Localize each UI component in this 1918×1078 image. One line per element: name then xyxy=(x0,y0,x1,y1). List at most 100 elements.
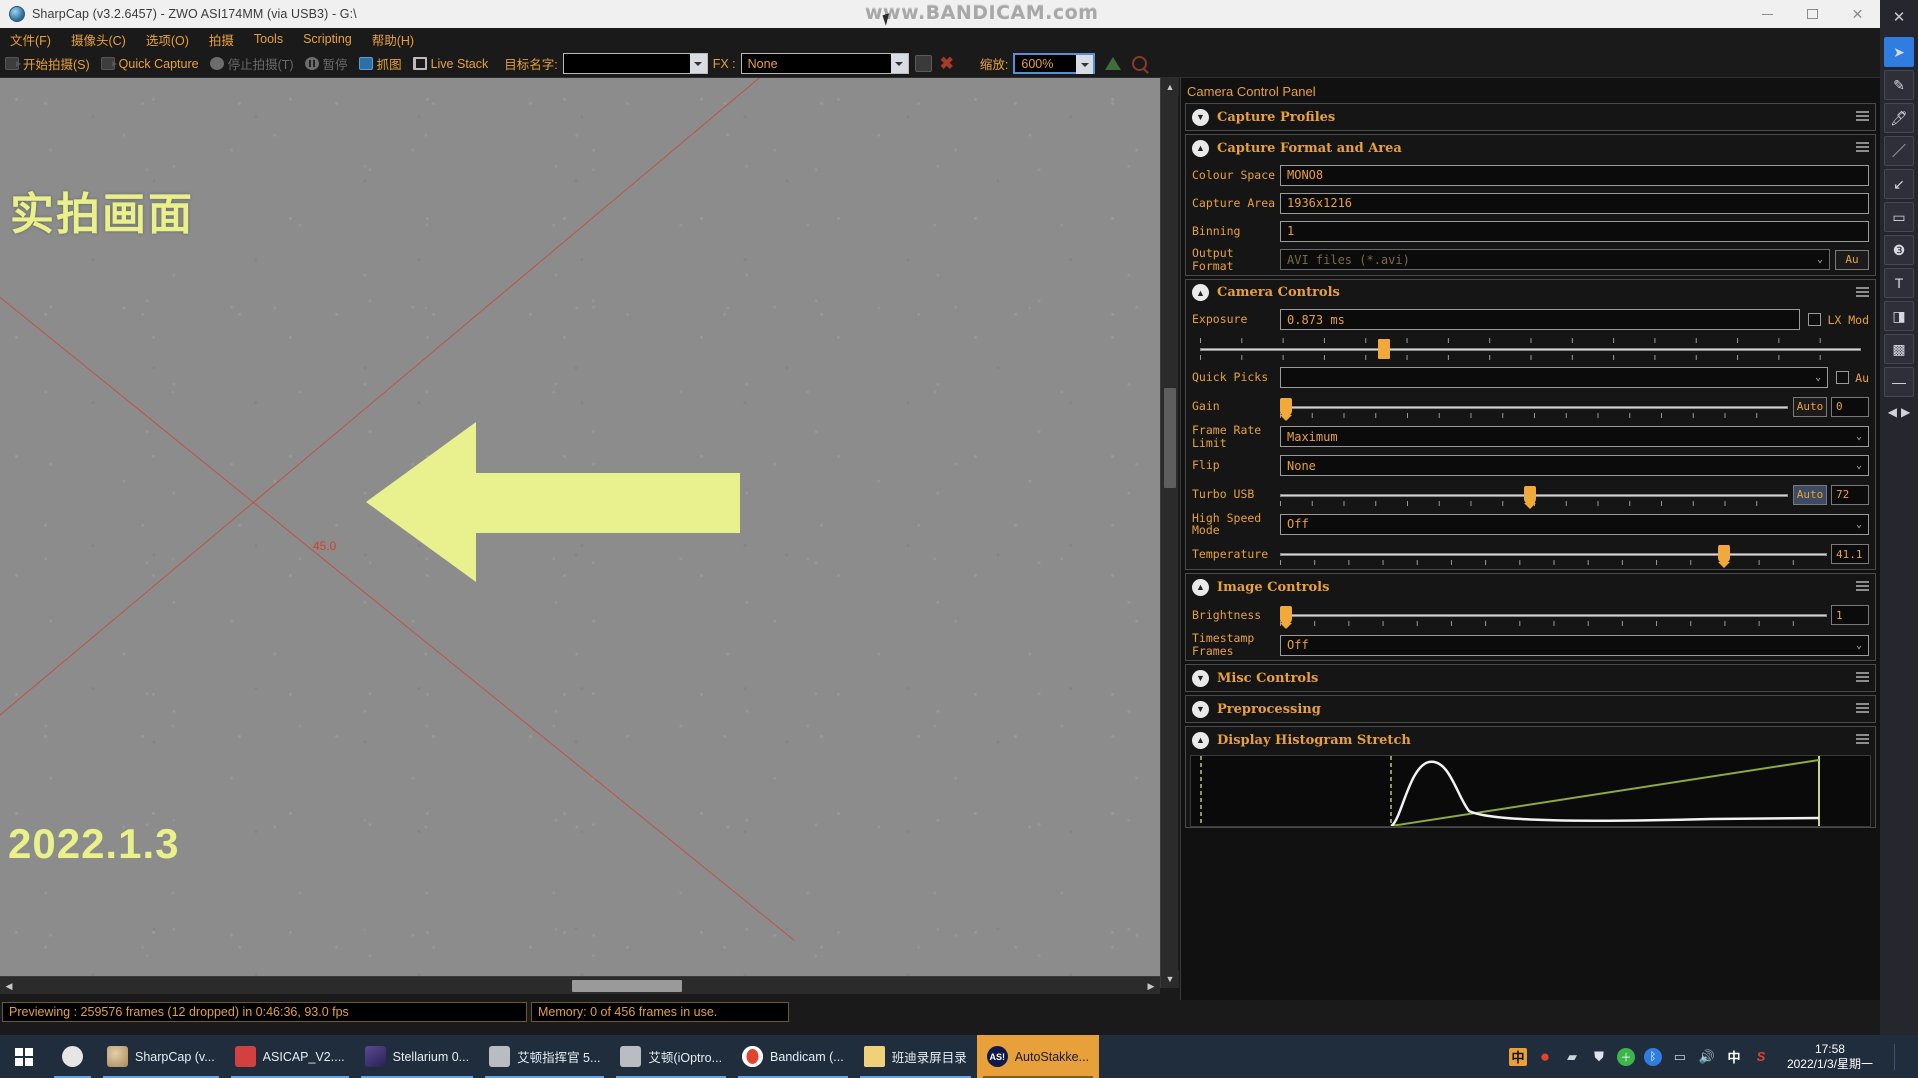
section-header[interactable]: ▲ Capture Format and Area xyxy=(1186,135,1875,161)
volume-icon[interactable]: 🔊 xyxy=(1698,1048,1716,1066)
gain-slider[interactable] xyxy=(1280,394,1788,421)
fx-settings-button[interactable] xyxy=(914,55,932,72)
chevron-up-icon[interactable]: ▲ xyxy=(1192,578,1209,596)
text-icon[interactable]: T xyxy=(1884,268,1914,298)
show-desktop-button[interactable] xyxy=(1894,1043,1910,1070)
colour-space-field[interactable]: MONO8 xyxy=(1280,164,1869,186)
section-header[interactable]: ▲ Display Histogram Stretch xyxy=(1186,727,1875,753)
quick-picks-auto-checkbox[interactable] xyxy=(1836,371,1850,385)
underline-icon[interactable]: — xyxy=(1884,367,1914,397)
clear-fx-icon[interactable]: ✖ xyxy=(940,55,954,72)
close-button[interactable]: ✕ xyxy=(1835,0,1880,28)
select-cursor-icon[interactable]: ➤ xyxy=(1884,37,1914,67)
section-misc-controls[interactable]: ▼ Misc Controls xyxy=(1185,664,1876,692)
start-capture-button[interactable]: 开始拍摄(S) xyxy=(5,54,90,73)
magnifier-icon[interactable] xyxy=(1132,56,1148,71)
capture-area-field[interactable]: 1936x1216 xyxy=(1280,192,1869,214)
scroll-down-icon[interactable]: ▼ xyxy=(1161,970,1179,988)
timestamp-frames-select[interactable]: Off ⌄ xyxy=(1280,634,1869,656)
frame-rate-limit-select[interactable]: Maximum ⌄ xyxy=(1280,426,1869,448)
output-format-auto-button[interactable]: Au xyxy=(1835,249,1869,270)
update-icon[interactable]: ＋ xyxy=(1616,1047,1635,1066)
start-button[interactable] xyxy=(0,1035,48,1078)
preview-horizontal-scrollbar[interactable]: ◀ ▶ xyxy=(0,976,1160,994)
slider-track[interactable] xyxy=(1280,405,1788,409)
turbo-usb-slider[interactable] xyxy=(1280,482,1788,509)
flip-select[interactable]: None ⌄ xyxy=(1280,455,1869,476)
slider-thumb[interactable] xyxy=(1523,485,1536,509)
menu-item-scripting[interactable]: Scripting xyxy=(303,32,352,46)
taskbar-item-sharpcap[interactable]: SharpCap (v... xyxy=(97,1035,225,1078)
slider-thumb[interactable] xyxy=(1280,397,1292,421)
brightness-slider[interactable] xyxy=(1280,602,1827,630)
sogou-icon[interactable]: S xyxy=(1752,1048,1770,1066)
pause-button[interactable]: 暂停 xyxy=(304,54,348,73)
taskbar-item-ioptron[interactable]: 艾顿(iOptro... xyxy=(610,1035,732,1078)
exposure-field[interactable]: 0.873 ms xyxy=(1280,309,1801,331)
slider-track[interactable] xyxy=(1280,614,1827,618)
menu-item-capture[interactable]: 拍摄 xyxy=(209,30,234,49)
output-format-select[interactable]: AVI files (*.avi) ⌄ xyxy=(1280,249,1830,271)
minimize-button[interactable] xyxy=(1745,0,1790,28)
menu-icon[interactable] xyxy=(1856,703,1869,713)
scroll-up-icon[interactable]: ▲ xyxy=(1161,78,1179,96)
chevron-down-icon[interactable]: ⌄ xyxy=(1856,460,1862,471)
brightness-value-box[interactable]: 1 xyxy=(1831,605,1869,626)
chevron-down-icon[interactable]: ⌄ xyxy=(1815,372,1821,383)
section-capture-profiles[interactable]: ▼ Capture Profiles xyxy=(1185,103,1876,131)
section-capture-format-and-area[interactable]: ▲ Capture Format and Area Colour Space M… xyxy=(1185,134,1876,276)
menu-item-file[interactable]: 文件(F) xyxy=(10,30,51,49)
chevron-down-icon[interactable]: ⌄ xyxy=(1856,519,1862,530)
section-header[interactable]: ▲ Camera Controls xyxy=(1186,280,1875,306)
temperature-value-box[interactable]: 41.1 xyxy=(1831,544,1869,565)
high-speed-mode-select[interactable]: Off ⌄ xyxy=(1280,513,1869,535)
slider-track[interactable] xyxy=(1280,553,1827,557)
turbo-usb-value-box[interactable]: 72 xyxy=(1831,484,1869,505)
horizontal-scroll-thumb[interactable] xyxy=(572,980,682,992)
rectangle-icon[interactable]: ▭ xyxy=(1884,202,1914,232)
scroll-left-icon[interactable]: ◀ xyxy=(0,977,18,995)
slider-track[interactable] xyxy=(1200,347,1861,351)
lx-mode-checkbox[interactable] xyxy=(1808,313,1822,327)
slider-thumb[interactable] xyxy=(1717,545,1730,569)
chevron-down-icon[interactable]: ▼ xyxy=(1192,108,1209,126)
tool-nav[interactable]: ◀ ▶ xyxy=(1880,405,1918,419)
section-header[interactable]: ▼ Misc Controls xyxy=(1186,665,1875,691)
temperature-slider[interactable] xyxy=(1280,541,1827,569)
taskbar-item-folder[interactable]: 班迪录屏目录 xyxy=(854,1035,977,1078)
fx-combo[interactable]: None xyxy=(740,53,909,74)
taskbar-clock[interactable]: 17:58 2022/1/3/星期一 xyxy=(1779,1042,1881,1072)
section-display-histogram-stretch[interactable]: ▲ Display Histogram Stretch xyxy=(1185,726,1876,828)
ime-mode-icon[interactable]: 中 xyxy=(1725,1048,1743,1066)
menu-icon[interactable] xyxy=(1856,734,1869,744)
slider-thumb[interactable] xyxy=(1280,606,1292,630)
vertical-scroll-thumb[interactable] xyxy=(1164,388,1176,488)
snapshot-button[interactable]: 抓图 xyxy=(358,54,402,73)
battery-icon[interactable]: ▭ xyxy=(1671,1048,1689,1066)
turbo-usb-auto-button[interactable]: Auto xyxy=(1793,484,1827,505)
record-icon[interactable]: ● xyxy=(1536,1047,1554,1066)
section-header[interactable]: ▲ Image Controls xyxy=(1186,574,1875,600)
target-name-combo[interactable] xyxy=(562,53,708,74)
section-header[interactable]: ▼ Preprocessing xyxy=(1186,696,1875,722)
scroll-right-icon[interactable]: ▶ xyxy=(1142,977,1160,995)
chevron-down-icon[interactable] xyxy=(689,54,707,73)
preview-vertical-scrollbar[interactable]: ▲ ▼ xyxy=(1160,78,1179,988)
menu-item-camera[interactable]: 摄像头(C) xyxy=(71,30,126,49)
taskbar-item-asicap[interactable]: ASICAP_V2.... xyxy=(225,1035,355,1078)
section-preprocessing[interactable]: ▼ Preprocessing xyxy=(1185,695,1876,723)
camera-preview[interactable]: 45.0 实拍画面 2022.1.3 xyxy=(0,78,1160,988)
chevron-down-icon[interactable] xyxy=(890,54,908,73)
eraser-icon[interactable]: ◨ xyxy=(1884,301,1914,331)
menu-icon[interactable] xyxy=(1856,286,1869,297)
nav-prev-icon[interactable]: ◀ xyxy=(1888,405,1897,419)
binning-field[interactable]: 1 xyxy=(1280,220,1869,242)
stop-capture-button[interactable]: 停止拍摄(T) xyxy=(209,54,294,73)
taskbar-item-ioptron-commander[interactable]: 艾顿指挥官 5... xyxy=(479,1035,610,1078)
taskbar-item-autostakkert[interactable]: AS! AutoStakke... xyxy=(976,1035,1100,1078)
slider-thumb[interactable] xyxy=(1378,338,1391,359)
chevron-up-icon[interactable]: ▲ xyxy=(1192,139,1209,157)
quick-capture-button[interactable]: Quick Capture xyxy=(100,57,199,71)
mosaic-icon[interactable]: ▩ xyxy=(1884,334,1914,364)
menu-item-help[interactable]: 帮助(H) xyxy=(372,30,414,49)
